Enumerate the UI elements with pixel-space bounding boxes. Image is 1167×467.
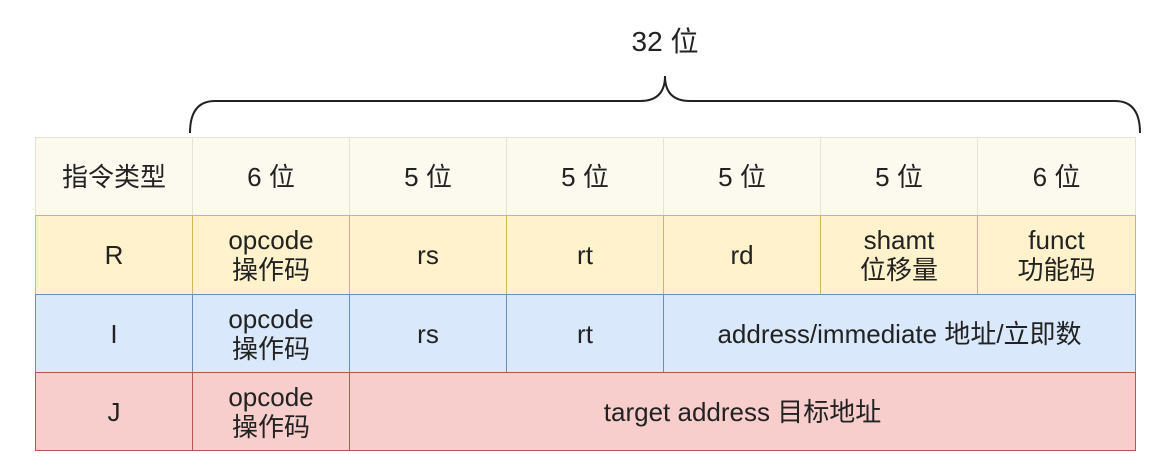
i-rt: rt: [506, 294, 664, 373]
r-rt: rt: [506, 215, 664, 295]
i-type-label: I: [35, 294, 193, 373]
header-bits: 6 位: [192, 137, 350, 216]
i-rs: rs: [349, 294, 507, 373]
j-type-label: J: [35, 372, 193, 451]
header-bits: 5 位: [663, 137, 821, 216]
header-bits: 5 位: [349, 137, 507, 216]
header-bits: 6 位: [977, 137, 1136, 216]
j-target-address: target address 目标地址: [349, 372, 1136, 451]
brace-icon: [189, 75, 1141, 134]
header-bits: 5 位: [506, 137, 664, 216]
i-address-immediate: address/immediate 地址/立即数: [663, 294, 1136, 373]
r-rd: rd: [663, 215, 821, 295]
r-type-label: R: [35, 215, 193, 295]
r-opcode: opcode 操作码: [192, 215, 350, 295]
header-type: 指令类型: [35, 137, 193, 216]
header-bits: 5 位: [820, 137, 978, 216]
r-shamt: shamt 位移量: [820, 215, 978, 295]
j-opcode: opcode 操作码: [192, 372, 350, 451]
r-rs: rs: [349, 215, 507, 295]
r-funct: funct 功能码: [977, 215, 1136, 295]
i-opcode: opcode 操作码: [192, 294, 350, 373]
